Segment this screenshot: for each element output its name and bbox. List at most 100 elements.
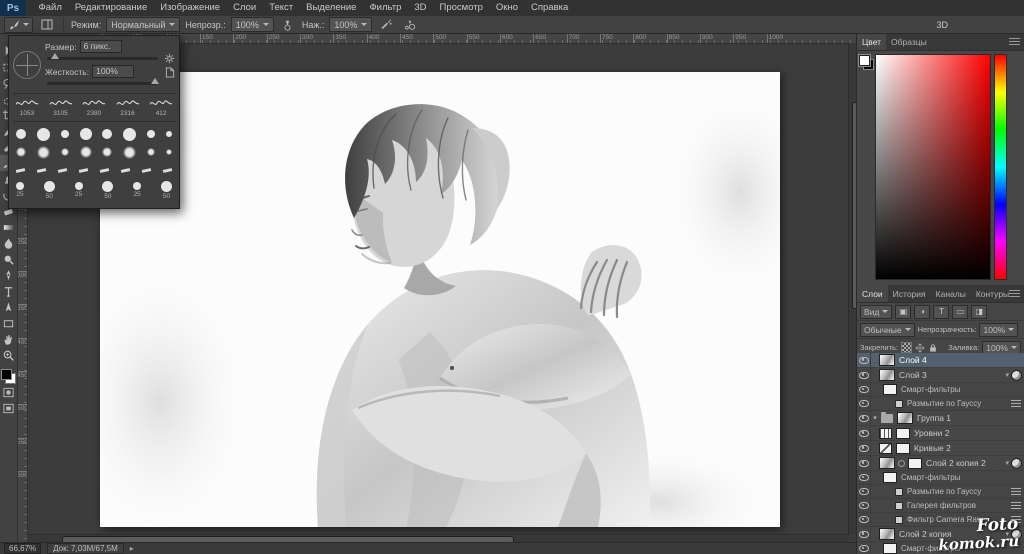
hard-round-brush[interactable] <box>147 130 155 138</box>
adjustment-thumbnail[interactable] <box>879 428 892 439</box>
hard-round-brush[interactable] <box>166 131 172 137</box>
color-swatches[interactable] <box>1 369 16 384</box>
layer-row-Слой 4[interactable]: Слой 4 <box>857 353 1024 368</box>
menu-Текст[interactable]: Текст <box>263 0 300 16</box>
layer-row-Смарт-фильтры[interactable]: Смарт-фильтры <box>857 471 1024 485</box>
filter-mask-thumbnail[interactable] <box>883 472 897 483</box>
hard-round-brush[interactable] <box>123 128 136 141</box>
tool-dodge[interactable] <box>0 251 17 267</box>
lock-position-icon[interactable] <box>915 343 925 353</box>
tool-blur[interactable] <box>0 235 17 251</box>
flat-tip-brush[interactable] <box>58 168 67 173</box>
mask-thumbnail[interactable] <box>908 458 922 469</box>
visibility-toggle[interactable] <box>857 383 871 396</box>
brush-hardness-field[interactable]: 100% <box>92 65 134 78</box>
round-brush-preset[interactable]: 50 <box>161 181 172 200</box>
foreground-color-swatch[interactable] <box>1 369 12 380</box>
lock-all-icon[interactable] <box>928 343 938 353</box>
flat-tip-brush[interactable] <box>121 168 130 173</box>
flat-tip-brush[interactable] <box>37 168 46 173</box>
tool-hand[interactable] <box>0 331 17 347</box>
layer-row-Размытие по Гауссу[interactable]: Размытие по Гауссу <box>857 397 1024 411</box>
tool-gradient[interactable] <box>0 219 17 235</box>
soft-round-brush[interactable] <box>80 146 92 158</box>
brush-hardness-slider[interactable] <box>47 82 158 85</box>
hard-round-brush[interactable] <box>102 129 112 139</box>
menu-Справка[interactable]: Справка <box>525 0 575 16</box>
tool-rectangle[interactable] <box>0 315 17 331</box>
smart-filter-icon[interactable] <box>1011 458 1022 469</box>
panel-color-swatches[interactable] <box>859 55 874 70</box>
hard-round-brush[interactable] <box>61 130 69 138</box>
layer-thumbnail[interactable] <box>879 528 895 540</box>
saturation-brightness-picker[interactable] <box>875 54 991 280</box>
hard-round-brush[interactable] <box>80 128 92 140</box>
tab-Контуры[interactable]: Контуры <box>971 285 1009 302</box>
visibility-toggle[interactable] <box>857 485 871 498</box>
tool-pen[interactable] <box>0 267 17 283</box>
workspace-switcher[interactable]: 3D <box>930 19 954 31</box>
brush-preset[interactable]: 3105 <box>49 98 73 117</box>
menu-Редактирование[interactable]: Редактирование <box>68 0 153 16</box>
fx-expand-icon[interactable]: ▾ <box>1005 459 1009 467</box>
visibility-toggle[interactable] <box>857 499 871 512</box>
menu-Фильтр[interactable]: Фильтр <box>363 0 408 16</box>
brush-preset[interactable]: 1053 <box>15 98 39 117</box>
round-brush-preset[interactable]: 50 <box>44 181 55 200</box>
tool-preset-picker[interactable] <box>4 17 33 33</box>
soft-round-brush[interactable] <box>102 147 112 157</box>
layer-thumbnail[interactable] <box>879 369 895 381</box>
pressure-opacity-button[interactable] <box>279 17 297 33</box>
toggle-brush-panel-button[interactable] <box>38 17 56 33</box>
opacity-select[interactable]: 100% <box>231 17 274 32</box>
blend-mode-select[interactable]: Нормальный <box>106 17 180 32</box>
kind-pixel-icon[interactable]: ▣ <box>895 305 911 319</box>
filter-options-icon[interactable] <box>1011 502 1021 509</box>
soft-round-brush[interactable] <box>16 147 26 157</box>
visibility-toggle[interactable] <box>857 456 871 470</box>
flat-tip-brush[interactable] <box>142 168 151 173</box>
layer-row-Слой 3[interactable]: Слой 3▾ <box>857 368 1024 383</box>
layer-row-Смарт-фильтры[interactable]: Смарт-фильтры <box>857 383 1024 397</box>
adjustment-thumbnail[interactable] <box>879 443 892 454</box>
layer-blend-mode-select[interactable]: Обычные <box>860 323 915 337</box>
tab-Каналы[interactable]: Каналы <box>931 285 971 302</box>
hue-slider[interactable] <box>994 54 1007 280</box>
new-preset-icon[interactable] <box>165 67 175 78</box>
slider-thumb[interactable] <box>151 78 159 84</box>
flow-select[interactable]: 100% <box>329 17 372 32</box>
filter-options-icon[interactable] <box>1011 400 1021 407</box>
kind-smart-object-icon[interactable]: ◨ <box>971 305 987 319</box>
menu-3D[interactable]: 3D <box>408 0 433 16</box>
fx-expand-icon[interactable]: ▾ <box>1005 371 1009 379</box>
visibility-toggle[interactable] <box>857 542 871 554</box>
round-brush-preset[interactable]: 25 <box>75 182 83 198</box>
visibility-toggle[interactable] <box>857 471 871 484</box>
lock-transparency-icon[interactable] <box>901 342 912 353</box>
menu-Файл[interactable]: Файл <box>32 0 68 16</box>
visibility-toggle[interactable] <box>857 426 871 440</box>
status-options-arrow[interactable]: ▸ <box>130 544 134 553</box>
soft-round-brush[interactable] <box>61 148 69 156</box>
panel-menu-icon[interactable] <box>1009 38 1020 45</box>
filter-type-select[interactable]: Вид <box>860 305 892 319</box>
filter-mask-thumbnail[interactable] <box>883 384 897 395</box>
menu-Изображение[interactable]: Изображение <box>154 0 227 16</box>
menu-Выделение[interactable]: Выделение <box>300 0 363 16</box>
gear-icon[interactable] <box>164 53 175 64</box>
flat-tip-brush[interactable] <box>100 168 109 173</box>
kind-adjustment-icon[interactable]: ◑ <box>914 305 930 319</box>
flat-tip-brush[interactable] <box>163 168 172 173</box>
hard-round-brush[interactable] <box>37 128 50 141</box>
visibility-toggle[interactable] <box>857 397 871 410</box>
layer-row-Галерея фильтров[interactable]: Галерея фильтров <box>857 499 1024 513</box>
tool-zoom[interactable] <box>0 347 17 363</box>
canvas[interactable] <box>100 72 780 527</box>
menu-Окно[interactable]: Окно <box>489 0 524 16</box>
visibility-toggle[interactable] <box>857 368 871 382</box>
slider-thumb[interactable] <box>51 53 59 59</box>
menu-Слои[interactable]: Слои <box>227 0 263 16</box>
screen-mode-button[interactable] <box>0 400 17 416</box>
soft-round-brush[interactable] <box>147 148 155 156</box>
brush-preset[interactable]: 412 <box>149 98 173 117</box>
